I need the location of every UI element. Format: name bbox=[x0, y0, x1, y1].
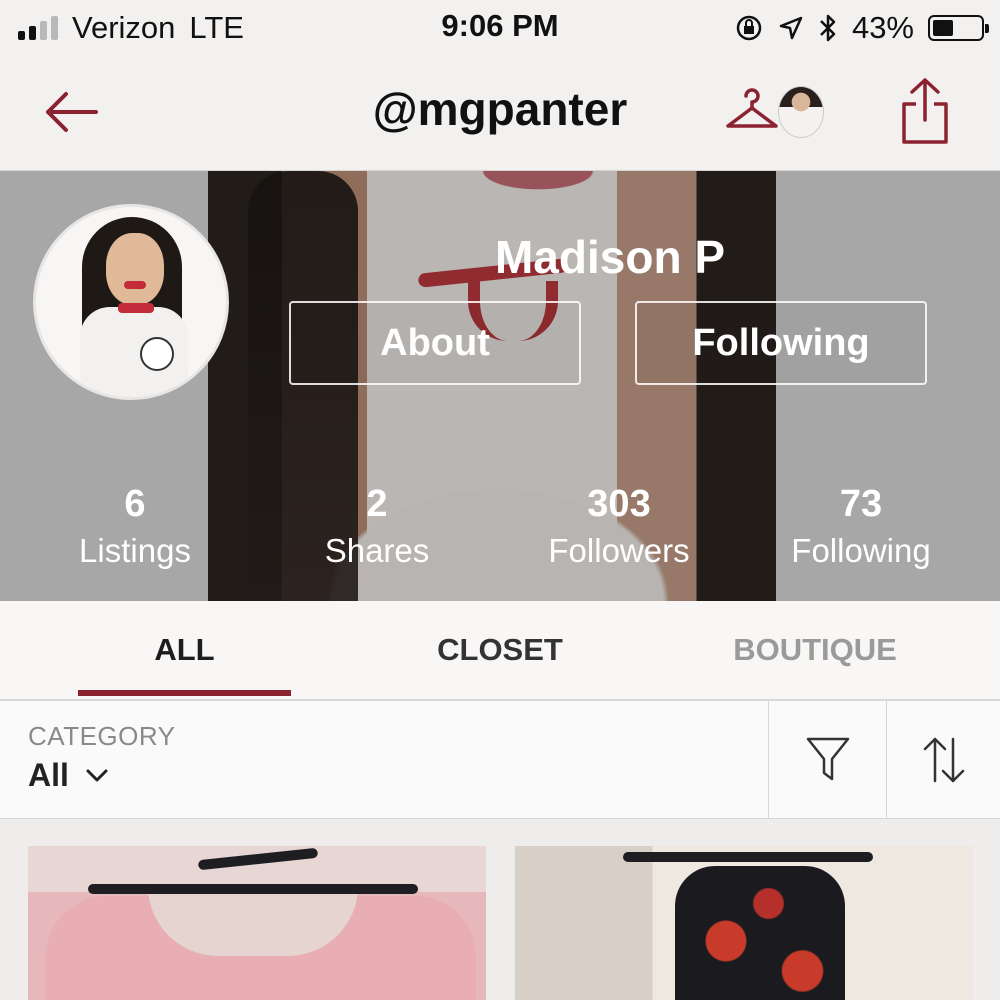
active-tab-indicator bbox=[78, 690, 291, 696]
stat-value: 303 bbox=[587, 483, 651, 525]
following-button[interactable]: Following bbox=[635, 301, 927, 385]
stat-value: 6 bbox=[124, 483, 146, 525]
listing-card[interactable] bbox=[28, 846, 486, 1000]
chevron-down-icon bbox=[86, 769, 108, 781]
share-icon bbox=[902, 78, 948, 144]
sort-button[interactable] bbox=[886, 701, 1000, 818]
battery-percent: 43% bbox=[851, 10, 914, 45]
closet-tabs: ALL CLOSET BOUTIQUE bbox=[0, 601, 1000, 701]
filter-button[interactable] bbox=[768, 701, 887, 818]
rotation-lock-icon bbox=[736, 15, 762, 41]
stat-label: Following bbox=[791, 532, 931, 569]
stat-shares[interactable]: 2 Shares bbox=[257, 482, 497, 576]
category-label: CATEGORY bbox=[28, 721, 176, 751]
listing-card[interactable] bbox=[515, 846, 973, 1000]
bluetooth-icon bbox=[820, 14, 836, 42]
listings-grid bbox=[0, 819, 1000, 1000]
tab-all[interactable]: ALL bbox=[78, 601, 291, 699]
stat-listings[interactable]: 6 Listings bbox=[15, 482, 255, 576]
category-value: All bbox=[28, 757, 69, 793]
profile-avatar[interactable] bbox=[33, 204, 229, 400]
hanger-icon bbox=[726, 88, 778, 128]
stat-followers[interactable]: 303 Followers bbox=[499, 482, 739, 576]
nav-bar: @mgpanter bbox=[0, 58, 1000, 171]
tab-boutique[interactable]: BOUTIQUE bbox=[690, 601, 940, 699]
stat-value: 2 bbox=[366, 483, 388, 525]
sort-arrows-icon bbox=[923, 737, 965, 782]
page-title: @mgpanter bbox=[372, 83, 628, 135]
category-dropdown[interactable]: All bbox=[28, 757, 109, 794]
about-button[interactable]: About bbox=[289, 301, 581, 385]
status-right: 43% bbox=[734, 8, 989, 48]
stat-value: 73 bbox=[839, 483, 883, 525]
avatar[interactable] bbox=[778, 86, 824, 138]
stat-label: Followers bbox=[548, 532, 690, 569]
stat-label: Shares bbox=[324, 532, 430, 569]
stat-following[interactable]: 73 Following bbox=[741, 482, 981, 576]
tab-closet[interactable]: CLOSET bbox=[380, 601, 620, 699]
share-button[interactable] bbox=[896, 76, 954, 146]
status-bar: Verizon LTE 9:06 PM 43% bbox=[0, 0, 1000, 58]
filter-row: CATEGORY All bbox=[0, 701, 1000, 819]
funnel-icon bbox=[806, 737, 850, 780]
closet-hanger-button[interactable] bbox=[724, 84, 780, 136]
stat-label: Listings bbox=[79, 532, 191, 569]
battery-icon bbox=[928, 15, 989, 41]
location-icon bbox=[779, 16, 803, 40]
profile-name: Madison P bbox=[494, 231, 726, 283]
